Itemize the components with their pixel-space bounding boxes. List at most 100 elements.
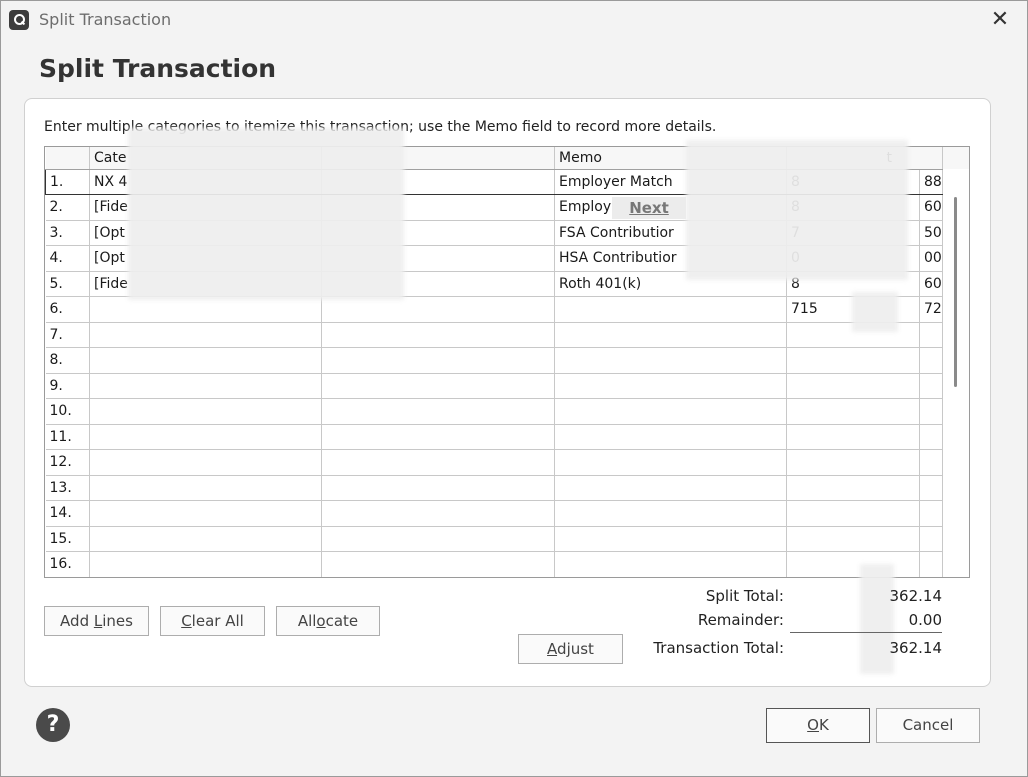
scrollbar-thumb[interactable] [954,197,957,387]
category-cell[interactable] [89,424,322,450]
amount-cell[interactable] [786,500,920,527]
amount-cell[interactable] [786,347,920,374]
table-row[interactable]: 6. 715 72 [45,296,969,323]
category-cell[interactable] [89,347,322,374]
tag-cell[interactable] [321,296,555,323]
title-bar: Split Transaction ✕ [1,1,1027,39]
category-cell[interactable] [89,373,322,399]
row-number: 13. [45,475,90,501]
close-icon[interactable]: ✕ [987,7,1013,33]
memo-cell[interactable] [554,424,787,450]
category-cell[interactable] [89,449,322,476]
cents-cell[interactable] [919,500,943,527]
category-cell[interactable] [89,398,322,425]
table-row[interactable]: 16. [45,551,969,577]
cents-cell[interactable] [919,475,943,501]
tag-cell[interactable] [321,551,555,577]
cents-cell[interactable]: 60 [919,271,943,297]
tag-cell[interactable] [321,449,555,476]
table-row[interactable]: 13. [45,475,969,501]
split-total-label: Split Total: [705,587,784,605]
memo-cell[interactable] [554,398,787,425]
row-number: 4. [45,245,90,272]
row-number: 3. [45,220,90,246]
category-cell[interactable] [89,296,322,323]
allocate-button[interactable]: Allocate [276,606,380,636]
help-icon[interactable]: ? [36,708,70,742]
vertical-scrollbar[interactable] [943,169,969,577]
redaction-overlay-amount [686,140,908,280]
category-cell[interactable] [89,500,322,527]
table-row[interactable]: 7. [45,322,969,348]
tag-cell[interactable] [321,373,555,399]
memo-cell[interactable] [554,373,787,399]
cents-cell[interactable]: 88 [919,168,943,195]
tag-cell[interactable] [321,398,555,425]
memo-cell[interactable] [554,322,787,348]
row-number: 16. [45,551,90,577]
memo-cell[interactable] [554,296,787,323]
cents-cell[interactable] [919,449,943,476]
clear-all-button[interactable]: Clear All [160,606,265,636]
tag-cell[interactable] [321,347,555,374]
cents-cell[interactable] [919,347,943,374]
page-title: Split Transaction [39,54,277,83]
table-row[interactable]: 8. [45,347,969,374]
add-lines-button[interactable]: Add Lines [44,606,149,636]
header-number [45,147,90,170]
cents-cell[interactable] [919,398,943,425]
table-row[interactable]: 11. [45,424,969,450]
quicken-logo-icon [9,10,29,30]
tag-cell[interactable] [321,475,555,501]
ok-button[interactable]: OK [766,708,870,743]
table-row[interactable]: 10. [45,398,969,425]
memo-cell[interactable] [554,449,787,476]
tag-cell[interactable] [321,500,555,527]
redaction-overlay-row6 [852,292,898,332]
table-row[interactable]: 12. [45,449,969,476]
cents-cell[interactable] [919,551,943,577]
remainder-divider [790,632,942,633]
cents-cell[interactable] [919,322,943,348]
cents-cell[interactable]: 50 [919,220,943,246]
split-total-value: 362.14 [889,587,943,605]
row-number: 1. [45,168,90,195]
amount-cell[interactable] [786,551,920,577]
window-title: Split Transaction [39,10,172,29]
cents-cell[interactable] [919,424,943,450]
memo-cell[interactable] [554,551,787,577]
table-row[interactable]: 15. [45,526,969,552]
memo-cell[interactable] [554,526,787,552]
row-number: 14. [45,500,90,527]
tag-cell[interactable] [321,424,555,450]
category-cell[interactable] [89,551,322,577]
cents-cell[interactable]: 00 [919,245,943,272]
tag-cell[interactable] [321,322,555,348]
row-number: 8. [45,347,90,374]
row-number: 9. [45,373,90,399]
transaction-total-label: Transaction Total: [653,639,784,657]
category-cell[interactable] [89,322,322,348]
next-hint[interactable]: Next [612,197,686,219]
amount-cell[interactable] [786,424,920,450]
memo-cell[interactable] [554,500,787,527]
row-number: 7. [45,322,90,348]
tag-cell[interactable] [321,526,555,552]
category-cell[interactable] [89,475,322,501]
amount-cell[interactable] [786,475,920,501]
cents-cell[interactable]: 72 [919,296,943,323]
amount-cell[interactable] [786,449,920,476]
table-row[interactable]: 14. [45,500,969,527]
cents-cell[interactable]: 60 [919,194,943,221]
amount-cell[interactable] [786,373,920,399]
amount-cell[interactable] [786,526,920,552]
category-cell[interactable] [89,526,322,552]
cancel-button[interactable]: Cancel [876,708,980,743]
amount-cell[interactable] [786,398,920,425]
memo-cell[interactable] [554,347,787,374]
cents-cell[interactable] [919,526,943,552]
cents-cell[interactable] [919,373,943,399]
memo-cell[interactable] [554,475,787,501]
table-row[interactable]: 9. [45,373,969,399]
transaction-total-value: 362.14 [889,639,943,657]
